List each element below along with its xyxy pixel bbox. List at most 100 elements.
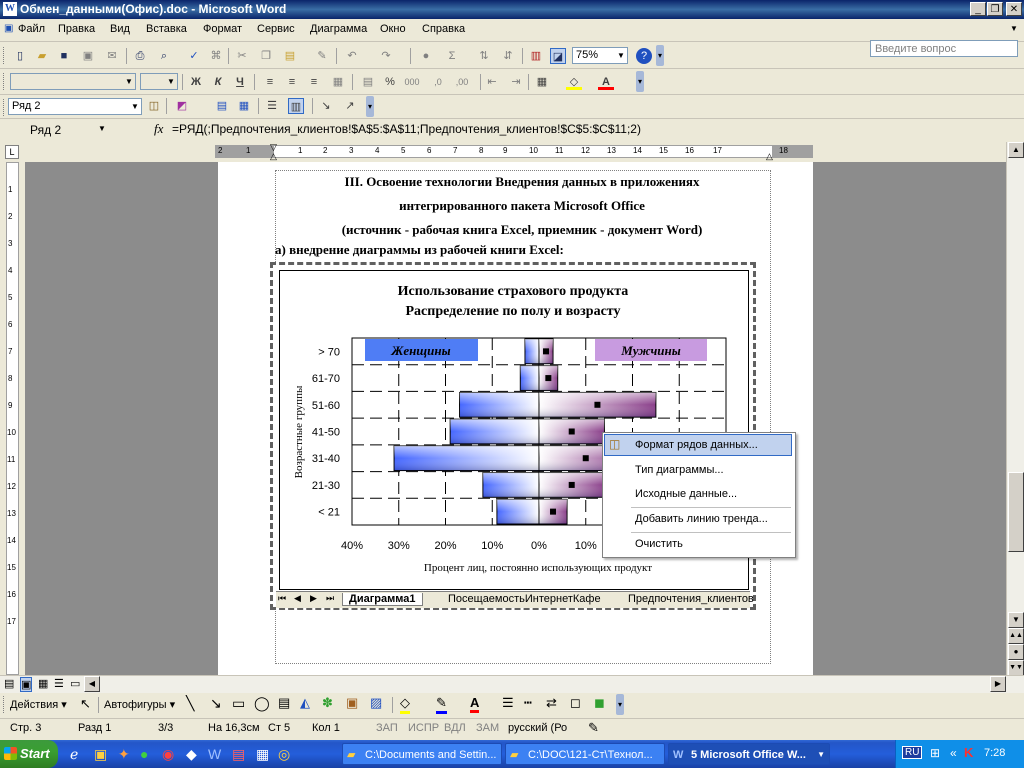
- increase-decimal-icon[interactable]: ,0: [430, 74, 446, 90]
- sheet-tab-internet-cafe[interactable]: ПосещаемостьИнтернетКафе: [442, 593, 607, 605]
- select-objects-icon[interactable]: ↖: [80, 696, 91, 712]
- menu-item-add-trendline[interactable]: Добавить линию тренда...: [635, 513, 768, 525]
- clipart-icon[interactable]: ▣: [346, 695, 358, 711]
- toolbar-options-icon[interactable]: ▾: [616, 694, 624, 715]
- media-icon[interactable]: ✦: [118, 746, 130, 763]
- left-indent-marker[interactable]: △: [270, 151, 277, 162]
- dash-style-icon[interactable]: ┅: [524, 695, 532, 711]
- word-icon[interactable]: W: [208, 746, 221, 762]
- minimize-button[interactable]: _: [970, 2, 986, 16]
- sort-icon[interactable]: ⇅: [476, 48, 492, 64]
- bold-button[interactable]: Ж: [188, 74, 204, 90]
- menu-tools[interactable]: Сервис: [257, 23, 295, 35]
- tray-expand-icon[interactable]: «: [950, 746, 957, 760]
- toolbar-options-icon[interactable]: ▾: [656, 45, 664, 66]
- task-doc-folder[interactable]: ▰ C:\DOC\121-Ст\Технол...: [505, 743, 665, 765]
- status-ext[interactable]: ВДЛ: [444, 722, 466, 734]
- chart-wizard-icon[interactable]: ▥: [528, 48, 544, 64]
- line-style-icon[interactable]: ☰: [502, 695, 514, 711]
- percent-button[interactable]: %: [382, 74, 398, 90]
- ask-dropdown-icon[interactable]: ▼: [1010, 24, 1018, 33]
- status-rec[interactable]: ЗАП: [376, 722, 398, 734]
- web-view-icon[interactable]: ▣: [20, 677, 33, 692]
- drawing-icon[interactable]: ◪: [550, 48, 566, 64]
- align-left-icon[interactable]: ≡: [262, 74, 278, 90]
- save-icon[interactable]: ■: [56, 48, 72, 64]
- fill-color-icon[interactable]: ◇: [566, 74, 582, 90]
- chart-type-icon[interactable]: ◩: [174, 98, 190, 114]
- format-object-icon[interactable]: ◫: [146, 98, 162, 114]
- restore-button[interactable]: ❐: [987, 2, 1003, 16]
- angle-down-icon[interactable]: ↘: [318, 98, 334, 114]
- menu-item-source-data[interactable]: Исходные данные...: [635, 488, 737, 500]
- clock[interactable]: 7:28: [984, 747, 1005, 759]
- diagram-icon[interactable]: ✽: [322, 695, 333, 711]
- toolbar-grip[interactable]: [3, 696, 7, 713]
- scroll-up-icon[interactable]: ▲: [1008, 142, 1024, 158]
- chart-objects-select[interactable]: Ряд 2 ▼: [8, 98, 142, 115]
- arrow-icon[interactable]: ↘: [210, 695, 222, 712]
- browse-object-icon[interactable]: ●: [1008, 644, 1024, 660]
- borders-icon[interactable]: ▦: [534, 74, 550, 90]
- picture-icon[interactable]: ▨: [370, 695, 382, 711]
- app-icon[interactable]: ◆: [186, 746, 197, 763]
- textbox-icon[interactable]: ▤: [278, 695, 290, 711]
- menu-edit[interactable]: Правка: [58, 23, 95, 35]
- font-select[interactable]: ▼: [10, 73, 136, 90]
- right-indent-marker[interactable]: △: [766, 151, 773, 162]
- formula-text[interactable]: =РЯД(;Предпочтения_клиентов!$A$5:$A$11;П…: [172, 122, 641, 136]
- toolbar-grip[interactable]: [3, 99, 7, 116]
- next-page-icon[interactable]: ▼▼: [1008, 660, 1024, 676]
- menu-help[interactable]: Справка: [422, 23, 465, 35]
- print-icon[interactable]: ⎙: [132, 48, 148, 64]
- status-ovr[interactable]: ЗАМ: [476, 722, 499, 734]
- sort-desc-icon[interactable]: ⇵: [500, 48, 516, 64]
- 3d-icon[interactable]: ◼: [594, 695, 605, 711]
- prev-page-icon[interactable]: ▲▲: [1008, 628, 1024, 644]
- sheet-tab-chart1[interactable]: Диаграмма1: [342, 593, 423, 606]
- research-icon[interactable]: ⌘: [208, 48, 224, 64]
- outline-view-icon[interactable]: ☰: [54, 677, 64, 690]
- network-icon[interactable]: ⊞: [930, 746, 940, 760]
- toolbar-grip[interactable]: [3, 47, 7, 64]
- toolbar-options-icon[interactable]: ▾: [366, 96, 374, 117]
- currency-icon[interactable]: ▤: [360, 74, 376, 90]
- arrow-style-icon[interactable]: ⇄: [546, 695, 557, 711]
- horizontal-scrollbar[interactable]: ▤ ▣ ▦ ☰ ▭ ◀ ▶: [0, 675, 1024, 693]
- wordart-icon[interactable]: ◭: [300, 695, 310, 711]
- menu-chart[interactable]: Диаграмма: [310, 23, 367, 35]
- menu-format[interactable]: Формат: [203, 23, 242, 35]
- toolbar-grip[interactable]: [3, 73, 7, 90]
- permission-icon[interactable]: ▣: [80, 48, 96, 64]
- vertical-scrollbar[interactable]: ▲ ▼ ▲▲ ● ▼▼: [1006, 142, 1024, 676]
- antivirus-icon[interactable]: K: [964, 745, 973, 760]
- vertical-ruler-scale[interactable]: 1 2 3 4 5 6 7 8 9 10 11 12 13 14 15 16 1…: [6, 162, 19, 675]
- prev-sheet-icon[interactable]: ◀: [294, 593, 301, 604]
- underline-button[interactable]: Ч: [232, 74, 248, 90]
- menu-window[interactable]: Окно: [380, 23, 406, 35]
- ie-icon[interactable]: ℯ: [70, 746, 78, 763]
- scroll-down-icon[interactable]: ▼: [1008, 612, 1024, 628]
- task-word[interactable]: W 5 Microsoft Office W... ▼: [668, 743, 830, 765]
- opera-icon[interactable]: ◉: [162, 746, 174, 763]
- merge-center-icon[interactable]: ▦: [330, 74, 346, 90]
- menu-item-clear[interactable]: Очистить: [635, 538, 683, 550]
- increase-indent-icon[interactable]: ⇥: [508, 74, 524, 90]
- autosum-icon[interactable]: Σ: [444, 48, 460, 64]
- align-right-icon[interactable]: ≡: [306, 74, 322, 90]
- copy-icon[interactable]: ❐: [258, 48, 274, 64]
- line-color-icon[interactable]: ✎: [436, 695, 447, 714]
- ruler-scale[interactable]: 2 1 1 2 3 4 5 6 7 8 9 10 11 12 13 14 15 …: [215, 145, 813, 158]
- italic-button[interactable]: К: [210, 74, 226, 90]
- data-table-icon[interactable]: ▦: [236, 98, 252, 114]
- last-sheet-icon[interactable]: ⏭: [326, 593, 334, 604]
- tab-selector[interactable]: L: [5, 145, 19, 159]
- new-icon[interactable]: ▯: [12, 48, 28, 64]
- menu-item-chart-type[interactable]: Тип диаграммы...: [635, 464, 724, 476]
- next-sheet-icon[interactable]: ▶: [310, 593, 317, 604]
- font-color-icon[interactable]: A: [470, 695, 480, 713]
- help-icon[interactable]: ?: [636, 48, 652, 64]
- redo-icon[interactable]: ↷: [378, 48, 394, 64]
- undo-icon[interactable]: ↶: [344, 48, 360, 64]
- function-icon[interactable]: fx: [154, 121, 163, 137]
